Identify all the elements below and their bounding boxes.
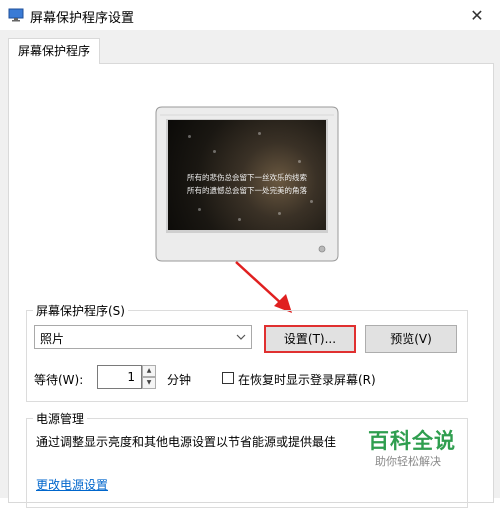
title-bar: 屏幕保护程序设置 ✕ <box>0 0 500 30</box>
screensaver-select[interactable]: 照片 <box>34 325 252 349</box>
minutes-label: 分钟 <box>167 373 192 387</box>
screensaver-group-label: 屏幕保护程序(S) <box>33 302 128 319</box>
preview-button[interactable]: 预览(V) <box>365 325 457 353</box>
power-group-label: 电源管理 <box>33 410 88 427</box>
wait-input[interactable]: 1 <box>97 365 142 389</box>
stepper-down-icon[interactable]: ▼ <box>142 377 156 389</box>
screensaver-preview: 所有的悲伤总会留下一丝欢乐的线索 所有的遗憾总会留下一处完美的角落 <box>168 120 326 230</box>
settings-button[interactable]: 设置(T)... <box>264 325 356 353</box>
chevron-down-icon <box>236 334 246 340</box>
close-button[interactable]: ✕ <box>454 0 500 30</box>
wait-stepper[interactable]: ▲ ▼ <box>142 365 156 389</box>
tab-screensaver[interactable]: 屏幕保护程序 <box>8 38 100 64</box>
power-description: 通过调整显示亮度和其他电源设置以节省能源或提供最佳 <box>36 435 337 449</box>
window-title: 屏幕保护程序设置 <box>30 11 135 26</box>
display-settings-icon <box>8 8 24 22</box>
resume-checkbox-label[interactable]: 在恢复时显示登录屏幕(R) <box>238 371 376 388</box>
watermark-slogan: 助你轻松解决 <box>375 455 441 468</box>
screensaver-select-value: 照片 <box>40 332 65 346</box>
wait-value: 1 <box>127 370 135 384</box>
stepper-up-icon[interactable]: ▲ <box>142 365 156 377</box>
close-icon: ✕ <box>470 5 484 25</box>
preview-caption-2: 所有的遗憾总会留下一处完美的角落 <box>187 186 307 195</box>
watermark-logo: 百科全说 <box>368 429 456 453</box>
resume-checkbox[interactable] <box>222 372 234 384</box>
screensaver-group <box>26 310 468 402</box>
preview-caption-1: 所有的悲伤总会留下一丝欢乐的线索 <box>187 173 307 182</box>
change-power-settings-link[interactable]: 更改电源设置 <box>36 476 108 493</box>
wait-label: 等待(W): <box>34 373 84 387</box>
